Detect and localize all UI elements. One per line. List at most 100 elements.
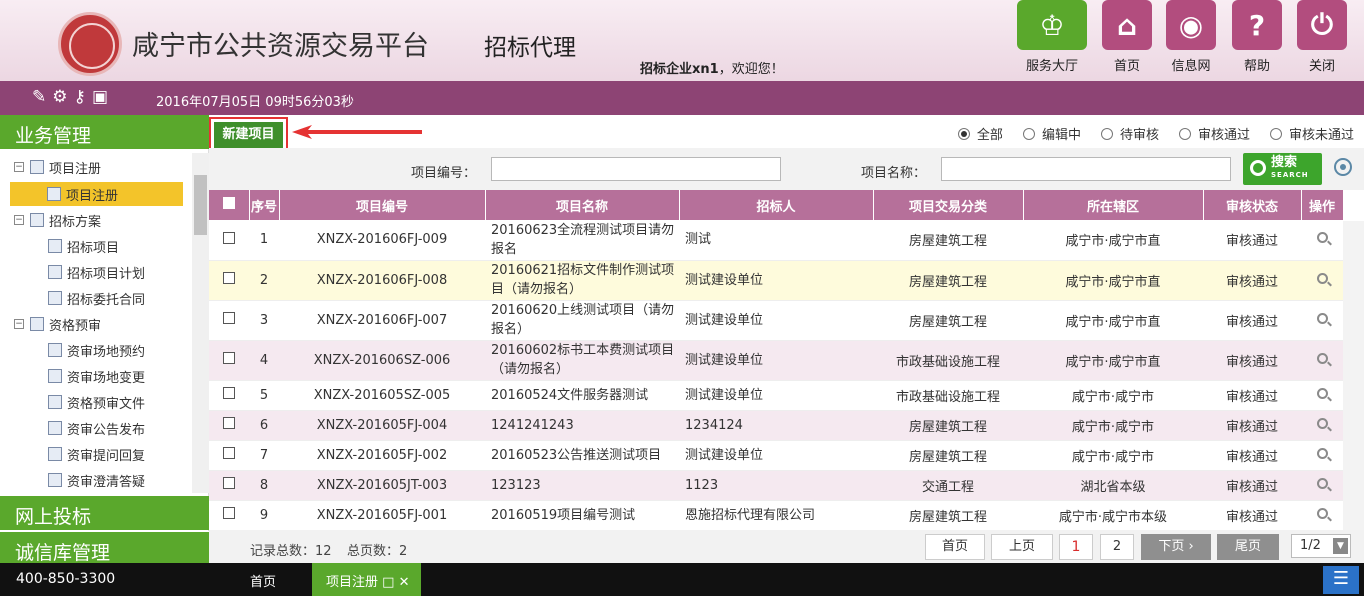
view-icon[interactable] <box>1316 272 1328 284</box>
filter-approved[interactable]: 审核通过 <box>1178 124 1250 143</box>
view-icon[interactable] <box>1316 232 1328 244</box>
tree-item-prequal-clarify[interactable]: 资审澄清答疑 <box>48 468 145 492</box>
tree-item-prequal-notice[interactable]: 资审公告发布 <box>48 416 145 440</box>
table-row[interactable]: 9 XNZX-201605FJ-001 20160519项目编号测试 恩施招标代… <box>209 500 1343 531</box>
next-page-button[interactable]: 下页 › <box>1141 534 1211 560</box>
filter-label: 审核通过 <box>1197 128 1250 143</box>
tree-item-prequal-qa[interactable]: 资审提问回复 <box>48 442 145 466</box>
row-checkbox[interactable] <box>223 447 235 459</box>
view-icon[interactable] <box>1316 312 1328 324</box>
nav-info[interactable]: ◉ 信息网 <box>1166 0 1216 74</box>
cell-action <box>1301 410 1343 441</box>
select-all-checkbox[interactable] <box>222 197 235 209</box>
scrollbar-thumb[interactable] <box>194 175 207 235</box>
radio-icon[interactable] <box>1269 127 1282 140</box>
pin-icon[interactable] <box>1334 158 1352 176</box>
tree-item-prequal-venue-change[interactable]: 资审场地变更 <box>48 364 145 388</box>
col-header[interactable]: 所在辖区 <box>1023 190 1204 220</box>
view-icon[interactable] <box>1316 447 1328 459</box>
tree-label: 资审提问回复 <box>67 448 146 464</box>
col-header[interactable]: 招标人 <box>679 190 874 220</box>
page-select[interactable]: 1/2 ▼ <box>1291 534 1351 558</box>
last-page-button[interactable]: 尾页 <box>1217 534 1279 560</box>
tree-item-tender-plan[interactable]: 招标项目计划 <box>48 260 145 284</box>
view-icon[interactable] <box>1316 387 1328 399</box>
collapse-icon[interactable]: − <box>14 162 24 172</box>
filter-pending[interactable]: 待审核 <box>1100 124 1159 143</box>
restore-icon[interactable]: □ <box>382 575 394 590</box>
row-checkbox[interactable] <box>223 231 235 244</box>
chat-icon[interactable]: ✎ <box>32 87 52 107</box>
col-header[interactable]: 项目交易分类 <box>873 190 1024 220</box>
table-row[interactable]: 5 XNZX-201605SZ-005 20160524文件服务器测试 测试建设… <box>209 380 1343 411</box>
view-icon[interactable] <box>1316 352 1328 364</box>
sidebar-section-business[interactable]: 业务管理 <box>0 115 209 149</box>
row-checkbox[interactable] <box>223 387 235 399</box>
table-row[interactable]: 7 XNZX-201605FJ-002 20160523公告推送测试项目 测试建… <box>209 440 1343 471</box>
filter-rejected[interactable]: 审核未通过 <box>1269 124 1354 143</box>
row-checkbox[interactable] <box>223 352 235 364</box>
col-header[interactable]: 审核状态 <box>1203 190 1302 220</box>
sidebar-section-online-bid[interactable]: 网上投标 <box>0 496 209 530</box>
tab-home[interactable]: 首页 <box>250 571 276 590</box>
radio-icon[interactable] <box>1022 127 1035 140</box>
nav-home[interactable]: ⌂ 首页 <box>1102 0 1152 74</box>
nav-service-hall[interactable]: ♔ 服务大厅 <box>1017 0 1087 74</box>
nav-close[interactable]: ⏻ 关闭 <box>1297 0 1347 74</box>
first-page-button[interactable]: 首页 <box>925 534 985 560</box>
tree-item-project-register-group[interactable]: − 项目注册 <box>14 155 101 179</box>
cell-category: 房屋建筑工程 <box>873 500 1023 531</box>
row-checkbox[interactable] <box>223 417 235 429</box>
col-header[interactable]: 项目编号 <box>279 190 486 220</box>
radio-icon[interactable] <box>1178 127 1191 140</box>
table-row[interactable]: 4 XNZX-201606SZ-006 20160602标书工本费测试项目（请勿… <box>209 340 1343 381</box>
page-1-button[interactable]: 1 <box>1059 534 1093 560</box>
gear-icon[interactable]: ⚙ <box>52 87 73 107</box>
view-icon[interactable] <box>1316 417 1328 429</box>
sidebar-scrollbar[interactable] <box>192 153 209 493</box>
gift-icon[interactable]: ▣ <box>92 87 114 107</box>
key-icon[interactable]: ⚷ <box>74 87 92 107</box>
tree-item-prequal-file[interactable]: 资格预审文件 <box>48 390 145 414</box>
row-checkbox[interactable] <box>223 477 235 489</box>
col-header[interactable]: 项目名称 <box>485 190 680 220</box>
radio-icon[interactable] <box>1100 127 1113 140</box>
table-row[interactable]: 3 XNZX-201606FJ-007 20160620上线测试项目（请勿报名）… <box>209 300 1343 341</box>
search-button[interactable]: 搜索 SEARCH <box>1243 153 1322 185</box>
view-icon[interactable] <box>1316 477 1328 489</box>
row-checkbox[interactable] <box>223 272 235 284</box>
tab-label: 项目注册 <box>326 575 379 590</box>
tree-item-project-register[interactable]: 项目注册 <box>10 182 183 206</box>
tree-item-prequal-group[interactable]: − 资格预审 <box>14 312 101 336</box>
collapse-icon[interactable]: − <box>14 319 24 329</box>
row-checkbox[interactable] <box>223 312 235 324</box>
nav-help[interactable]: ? 帮助 <box>1232 0 1282 74</box>
project-code-input[interactable] <box>491 157 781 181</box>
table-row[interactable]: 1 XNZX-201606FJ-009 20160623全流程测试项目请勿报名 … <box>209 220 1343 261</box>
cell-category: 房屋建筑工程 <box>873 440 1023 471</box>
collapse-icon[interactable]: − <box>14 215 24 225</box>
radio-icon[interactable] <box>957 127 970 140</box>
sidebar-section-credit[interactable]: 诚信库管理 <box>0 531 209 565</box>
tree-item-tender-project[interactable]: 招标项目 <box>48 234 119 258</box>
table-row[interactable]: 6 XNZX-201605FJ-004 1241241243 1234124 房… <box>209 410 1343 441</box>
tree-item-tender-contract[interactable]: 招标委托合同 <box>48 286 145 310</box>
page-2-button[interactable]: 2 <box>1100 534 1134 560</box>
filter-editing[interactable]: 编辑中 <box>1022 124 1081 143</box>
row-checkbox[interactable] <box>223 507 235 519</box>
project-name-input[interactable] <box>941 157 1231 181</box>
col-header[interactable]: 序号 <box>249 190 280 220</box>
table-row[interactable]: 8 XNZX-201605JT-003 123123 1123 交通工程 湖北省… <box>209 470 1343 501</box>
tree-item-tender-plan-group[interactable]: − 招标方案 <box>14 208 101 232</box>
tab-project-register[interactable]: 项目注册 □ ✕ <box>312 563 421 596</box>
cell-index: 9 <box>249 500 279 531</box>
tree-item-prequal-venue-booking[interactable]: 资审场地预约 <box>48 338 145 362</box>
table-row[interactable]: 2 XNZX-201606FJ-008 20160621招标文件制作测试项目（请… <box>209 260 1343 301</box>
prev-page-button[interactable]: 上页 <box>991 534 1053 560</box>
close-icon[interactable]: ✕ <box>399 575 410 590</box>
view-icon[interactable] <box>1316 507 1328 519</box>
menu-icon[interactable]: ☰ <box>1323 566 1359 594</box>
filter-all[interactable]: 全部 <box>957 124 1003 143</box>
col-header[interactable]: 操作 <box>1301 190 1344 220</box>
table-scrollbar[interactable] <box>1343 221 1364 530</box>
